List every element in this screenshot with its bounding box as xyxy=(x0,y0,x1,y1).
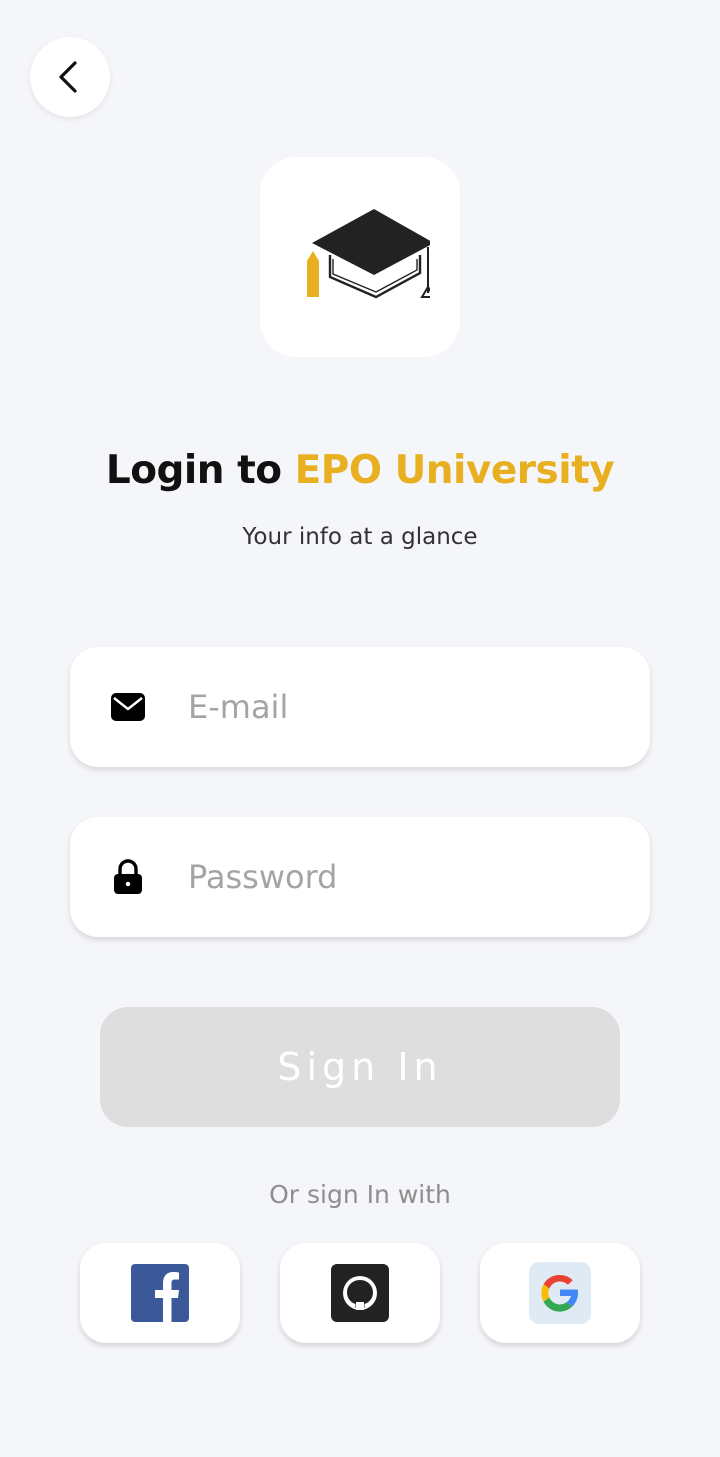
google-signin-button[interactable] xyxy=(480,1243,640,1343)
brand-name: EPO University xyxy=(294,448,615,493)
login-screen: Login to EPO University Your info at a g… xyxy=(0,0,720,1457)
page-subtitle: Your info at a glance xyxy=(242,524,478,550)
password-field[interactable] xyxy=(70,817,650,937)
facebook-signin-button[interactable] xyxy=(80,1243,240,1343)
social-signin-label: Or sign In with xyxy=(269,1180,451,1209)
mail-icon xyxy=(108,687,148,727)
title-prefix: Login to xyxy=(105,448,282,493)
page-title: Login to EPO University xyxy=(0,448,720,493)
github-signin-button[interactable] xyxy=(280,1243,440,1343)
github-icon xyxy=(331,1264,389,1322)
sign-in-button[interactable]: Sign In xyxy=(100,1007,620,1127)
back-button[interactable] xyxy=(30,37,110,117)
graduation-cap-icon xyxy=(307,209,430,299)
email-input[interactable] xyxy=(188,688,608,726)
password-input[interactable] xyxy=(188,858,608,896)
email-field[interactable] xyxy=(70,647,650,767)
chevron-left-icon xyxy=(59,61,77,93)
facebook-icon xyxy=(131,1264,189,1322)
google-icon xyxy=(529,1262,591,1324)
lock-icon xyxy=(108,857,148,897)
app-logo xyxy=(260,157,460,357)
